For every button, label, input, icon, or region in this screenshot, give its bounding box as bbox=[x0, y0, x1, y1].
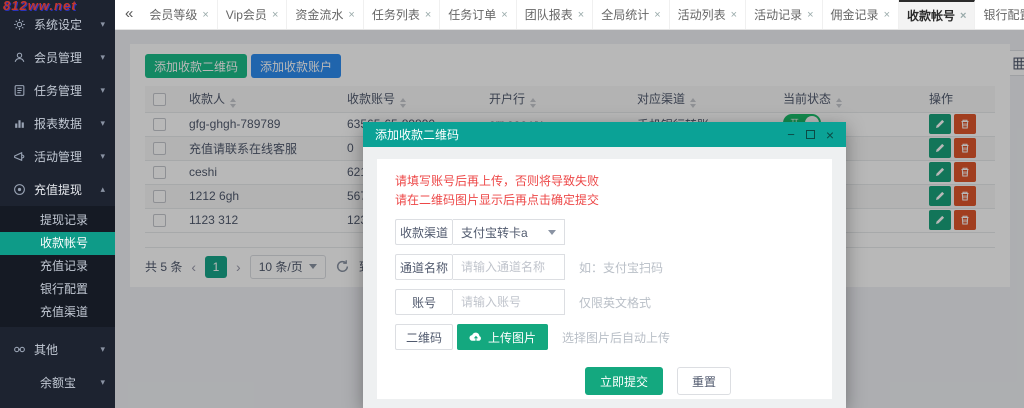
chevron-down-icon: ▾ bbox=[100, 118, 105, 129]
sidebar-item-task-management[interactable]: 任务管理 ▾ bbox=[0, 74, 115, 107]
sidebar-submenu: 提现记录 收款帐号 充值记录 银行配置 充值渠道 bbox=[0, 206, 115, 327]
sidebar-item-label: 会员管理 bbox=[34, 49, 100, 66]
sidebar-item-yuebao[interactable]: 余额宝 ▾ bbox=[0, 366, 115, 399]
tab-bar: « 会员等级× Vip会员× 资金流水× 任务列表× 任务订单× 团队报表× 全… bbox=[115, 0, 1024, 30]
chevron-down-icon bbox=[548, 230, 556, 235]
gear-icon bbox=[13, 18, 26, 31]
sidebar-item-activity-management[interactable]: 活动管理 ▾ bbox=[0, 140, 115, 173]
tab-member-level[interactable]: 会员等级× bbox=[141, 0, 217, 29]
sidebar-item-label: 报表数据 bbox=[34, 115, 100, 132]
tab-team-report[interactable]: 团队报表× bbox=[517, 0, 593, 29]
chevron-down-icon: ▾ bbox=[100, 344, 105, 355]
chevron-down-icon: ▾ bbox=[100, 377, 105, 388]
close-icon[interactable]: × bbox=[578, 9, 584, 21]
channel-select[interactable]: 支付宝转卡a bbox=[453, 219, 565, 245]
sidebar-item-label: 活动管理 bbox=[34, 148, 100, 165]
sidebar: 系统设定 ▾ 会员管理 ▾ 任务管理 ▾ 报表数据 ▾ 活动管理 ▾ 充值提现 … bbox=[0, 0, 115, 408]
warning-text: 请在二维码图片显示后再点击确定提交 bbox=[395, 191, 814, 210]
sidebar-item-withdraw-records[interactable]: 提现记录 bbox=[0, 209, 115, 232]
user-icon bbox=[13, 51, 26, 64]
close-icon[interactable]: × bbox=[807, 9, 813, 21]
maximize-icon[interactable] bbox=[806, 130, 815, 139]
tab-activity-list[interactable]: 活动列表× bbox=[670, 0, 746, 29]
submit-button[interactable]: 立即提交 bbox=[585, 367, 663, 395]
wallet-icon bbox=[13, 183, 26, 196]
tab-fund-flow[interactable]: 资金流水× bbox=[287, 0, 363, 29]
activity-icon bbox=[13, 150, 26, 163]
close-icon[interactable]: × bbox=[826, 130, 834, 140]
link-icon bbox=[13, 343, 26, 356]
chevron-up-icon: ▴ bbox=[100, 184, 105, 195]
collapse-tabs-icon[interactable]: « bbox=[125, 5, 133, 22]
account-input[interactable] bbox=[453, 289, 565, 315]
sidebar-item-other[interactable]: 其他 ▾ bbox=[0, 333, 115, 366]
sidebar-item-label: 系统设定 bbox=[34, 16, 100, 33]
minimize-icon[interactable]: − bbox=[787, 130, 795, 140]
form-row-name: 通道名称 如：支付宝扫码 bbox=[395, 254, 814, 280]
sidebar-item-recharge-withdraw[interactable]: 充值提现 ▴ bbox=[0, 173, 115, 206]
qr-label: 二维码 bbox=[395, 324, 453, 350]
cloud-upload-icon bbox=[469, 331, 482, 343]
modal-header[interactable]: 添加收款二维码 − × bbox=[363, 122, 846, 147]
close-icon[interactable]: × bbox=[960, 10, 966, 22]
close-icon[interactable]: × bbox=[425, 9, 431, 21]
tab-vip-member[interactable]: Vip会员× bbox=[218, 0, 288, 29]
modal-title: 添加收款二维码 bbox=[375, 126, 459, 143]
sidebar-item-recharge-channel[interactable]: 充值渠道 bbox=[0, 301, 115, 324]
chevron-down-icon: ▾ bbox=[100, 85, 105, 96]
channel-name-input[interactable] bbox=[453, 254, 565, 280]
sidebar-item-label: 充值提现 bbox=[34, 181, 100, 198]
account-label: 账号 bbox=[395, 289, 453, 315]
form-row-qr: 二维码 上传图片 选择图片后自动上传 bbox=[395, 324, 814, 350]
close-icon[interactable]: × bbox=[501, 9, 507, 21]
modal-footer: 立即提交 重置 bbox=[585, 367, 814, 395]
tab-bank-config[interactable]: 银行配置× bbox=[975, 0, 1024, 29]
reset-button[interactable]: 重置 bbox=[677, 367, 731, 395]
tab-payment-account[interactable]: 收款帐号× bbox=[899, 0, 975, 29]
chevron-down-icon: ▾ bbox=[100, 151, 105, 162]
account-hint: 仅限英文格式 bbox=[579, 294, 651, 311]
sidebar-item-payment-account[interactable]: 收款帐号 bbox=[0, 232, 115, 255]
close-icon[interactable]: × bbox=[731, 9, 737, 21]
tab-global-stats[interactable]: 全局统计× bbox=[593, 0, 669, 29]
close-icon[interactable]: × bbox=[884, 9, 890, 21]
form-row-channel: 收款渠道 支付宝转卡a bbox=[395, 219, 814, 245]
close-icon[interactable]: × bbox=[202, 9, 208, 21]
tab-activity-record[interactable]: 活动记录× bbox=[746, 0, 822, 29]
qr-hint: 选择图片后自动上传 bbox=[562, 329, 670, 346]
close-icon[interactable]: × bbox=[272, 9, 278, 21]
name-hint: 如：支付宝扫码 bbox=[579, 259, 663, 276]
tab-task-list[interactable]: 任务列表× bbox=[364, 0, 440, 29]
sidebar-item-label: 其他 bbox=[34, 341, 100, 358]
form-row-account: 账号 仅限英文格式 bbox=[395, 289, 814, 315]
add-qr-modal: 添加收款二维码 − × 请填写账号后再上传，否则将导致失败 请在二维码图片显示后… bbox=[363, 122, 846, 408]
sidebar-item-recharge-records[interactable]: 充值记录 bbox=[0, 255, 115, 278]
report-icon bbox=[13, 117, 26, 130]
modal-body: 请填写账号后再上传，否则将导致失败 请在二维码图片显示后再点击确定提交 收款渠道… bbox=[363, 147, 846, 408]
close-icon[interactable]: × bbox=[348, 9, 354, 21]
close-icon[interactable]: × bbox=[654, 9, 660, 21]
warning-text: 请填写账号后再上传，否则将导致失败 bbox=[395, 172, 814, 191]
tasks-icon bbox=[13, 84, 26, 97]
sidebar-item-bank-config[interactable]: 银行配置 bbox=[0, 278, 115, 301]
sidebar-item-label: 余额宝 bbox=[40, 374, 100, 391]
sidebar-item-report-data[interactable]: 报表数据 ▾ bbox=[0, 107, 115, 140]
chevron-down-icon: ▾ bbox=[100, 19, 105, 30]
watermark: 812ww.net bbox=[3, 0, 77, 13]
tab-commission-record[interactable]: 佣金记录× bbox=[823, 0, 899, 29]
name-label: 通道名称 bbox=[395, 254, 453, 280]
channel-label: 收款渠道 bbox=[395, 219, 453, 245]
upload-image-button[interactable]: 上传图片 bbox=[457, 324, 548, 350]
sidebar-item-member-management[interactable]: 会员管理 ▾ bbox=[0, 41, 115, 74]
chevron-down-icon: ▾ bbox=[100, 52, 105, 63]
tab-task-order[interactable]: 任务订单× bbox=[440, 0, 516, 29]
sidebar-item-label: 任务管理 bbox=[34, 82, 100, 99]
